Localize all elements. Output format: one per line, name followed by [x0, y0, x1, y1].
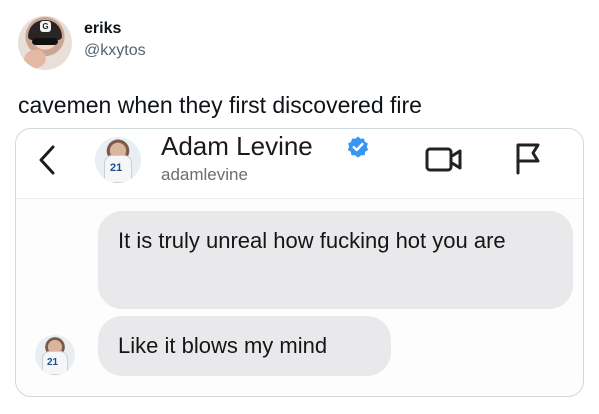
message-screenshot-card[interactable]: 21 Adam Levine adamlevine It is truly un…	[15, 128, 584, 397]
verified-badge-icon	[347, 136, 369, 158]
video-call-icon[interactable]	[424, 143, 464, 175]
tweet-display-name[interactable]: eriks	[84, 20, 121, 38]
avatar-cap-logo: G	[40, 21, 51, 32]
contact-handle[interactable]: adamlevine	[161, 165, 248, 185]
contact-name[interactable]: Adam Levine	[161, 131, 313, 162]
avatar-sunglasses	[32, 38, 58, 45]
tweet-handle[interactable]: @kxytos	[84, 42, 146, 60]
message-bubble: It is truly unreal how fucking hot you a…	[98, 211, 573, 309]
report-flag-icon[interactable]	[513, 141, 543, 175]
avatar-jersey-number: 21	[110, 162, 123, 174]
tweet-author-avatar[interactable]: G	[18, 16, 72, 70]
back-chevron-icon[interactable]	[32, 143, 62, 177]
avatar-hand	[21, 47, 49, 70]
message-bubble: Like it blows my mind	[98, 316, 391, 376]
contact-avatar[interactable]: 21	[95, 137, 141, 183]
tweet-text: cavemen when they first discovered fire	[18, 92, 422, 118]
message-sender-avatar[interactable]: 21	[35, 335, 75, 375]
avatar-jersey-number: 21	[47, 357, 59, 368]
dm-header: 21 Adam Levine adamlevine	[16, 129, 583, 199]
